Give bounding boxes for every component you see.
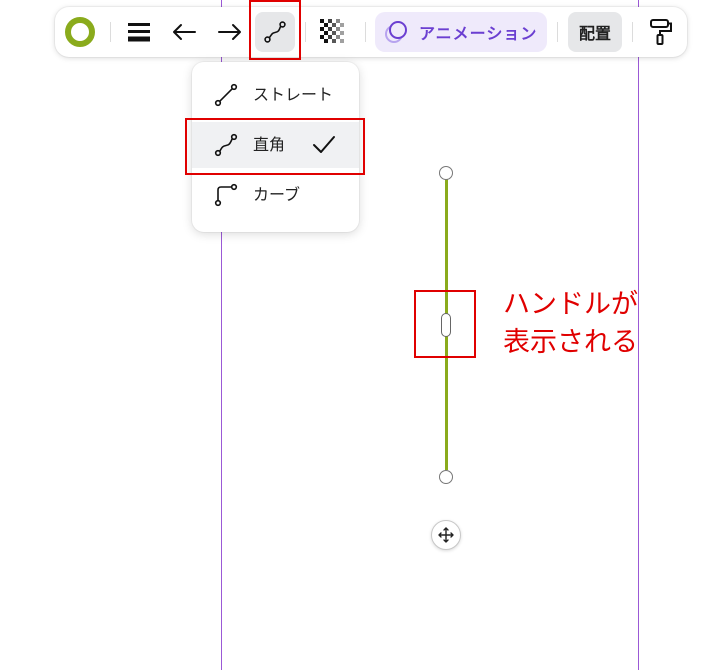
curve-line-icon	[214, 183, 238, 207]
line-weight-icon	[128, 23, 150, 42]
move-button[interactable]	[431, 520, 461, 550]
highlight-midpoint-handle	[414, 290, 476, 358]
line-end-button[interactable]	[214, 12, 246, 52]
highlight-elbow-item	[185, 118, 365, 175]
animation-button[interactable]: アニメーション	[375, 12, 547, 52]
annotation-line-1: ハンドルが	[503, 289, 638, 320]
line-color-button[interactable]	[65, 12, 95, 52]
toolbar-divider	[365, 22, 366, 42]
toolbar-divider	[110, 22, 111, 42]
toolbar-divider	[305, 22, 306, 42]
guide-line-right	[638, 0, 639, 670]
annotation-line-2: 表示される	[503, 327, 638, 358]
position-label: 配置	[578, 24, 611, 43]
menu-item-curve[interactable]: カーブ	[192, 172, 359, 218]
move-arrows-icon	[438, 527, 454, 543]
annotation-text: ハンドルが 表示される	[503, 286, 638, 362]
toolbar-divider	[632, 22, 633, 42]
animation-icon	[385, 21, 407, 43]
menu-item-label: カーブ	[253, 185, 301, 204]
arrow-left-icon	[173, 24, 196, 40]
line-end-handle[interactable]	[439, 470, 453, 484]
line-start-button[interactable]	[168, 12, 200, 52]
menu-item-straight[interactable]: ストレート	[192, 72, 359, 118]
paint-roller-icon	[650, 19, 672, 45]
menu-item-label: ストレート	[253, 85, 334, 104]
color-swatch-icon	[65, 17, 95, 47]
line-style-button[interactable]	[123, 12, 155, 52]
toolbar-divider	[557, 22, 558, 42]
copy-style-button[interactable]	[645, 12, 677, 52]
element-toolbar: アニメーション 配置	[55, 7, 687, 57]
arrow-right-icon	[218, 24, 241, 40]
transparency-icon	[320, 19, 344, 43]
position-button[interactable]: 配置	[568, 12, 622, 52]
straight-line-icon	[214, 83, 238, 107]
line-start-handle[interactable]	[439, 166, 453, 180]
highlight-line-type-button	[249, 0, 301, 60]
transparency-button[interactable]	[317, 12, 349, 52]
animation-label: アニメーション	[419, 24, 538, 43]
